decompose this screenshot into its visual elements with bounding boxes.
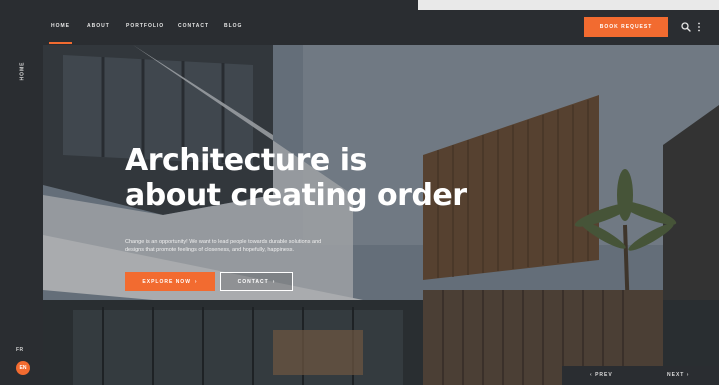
prev-slide-button[interactable]: ‹ PREV (590, 372, 613, 378)
next-slide-button[interactable]: NEXT › (667, 372, 689, 378)
section-label: HOME (19, 61, 25, 81)
contact-button[interactable]: CONTACT › (220, 272, 293, 291)
nav-item-portfolio[interactable]: PORTFOLIO (126, 23, 164, 29)
search-icon[interactable] (681, 22, 691, 32)
arrow-right-icon: › (194, 278, 198, 285)
browser-strip (418, 0, 719, 10)
hero-subtitle: Change is an opportunity! We want to lea… (125, 239, 322, 253)
active-language-badge[interactable]: EN (16, 361, 30, 375)
top-nav: HOME ABOUT PORTFOLIO CONTACT BLOG BOOK R… (43, 10, 719, 45)
hero-headline-line-2: about creating order (125, 178, 467, 213)
arrow-right-icon: › (684, 372, 690, 378)
arrow-right-icon: › (272, 278, 276, 285)
hero-headline: Architecture is about creating order (125, 143, 467, 213)
nav-item-home[interactable]: HOME (49, 23, 72, 44)
hero-background-image (43, 45, 719, 385)
explore-now-button[interactable]: EXPLORE NOW › (125, 272, 215, 291)
nav-item-about[interactable]: ABOUT (87, 23, 110, 29)
language-switch[interactable]: FR (16, 347, 24, 353)
book-request-button[interactable]: BOOK REQUEST (584, 17, 668, 37)
nav-item-blog[interactable]: BLOG (224, 23, 242, 29)
slider-controls: ‹ PREV NEXT › (562, 366, 719, 385)
more-vertical-icon[interactable] (697, 22, 701, 32)
left-rail: HOME FR EN (0, 0, 43, 385)
hero-section: Architecture is about creating order Cha… (43, 45, 719, 385)
nav-item-contact[interactable]: CONTACT (178, 23, 209, 29)
hero-headline-line-1: Architecture is (125, 143, 367, 178)
